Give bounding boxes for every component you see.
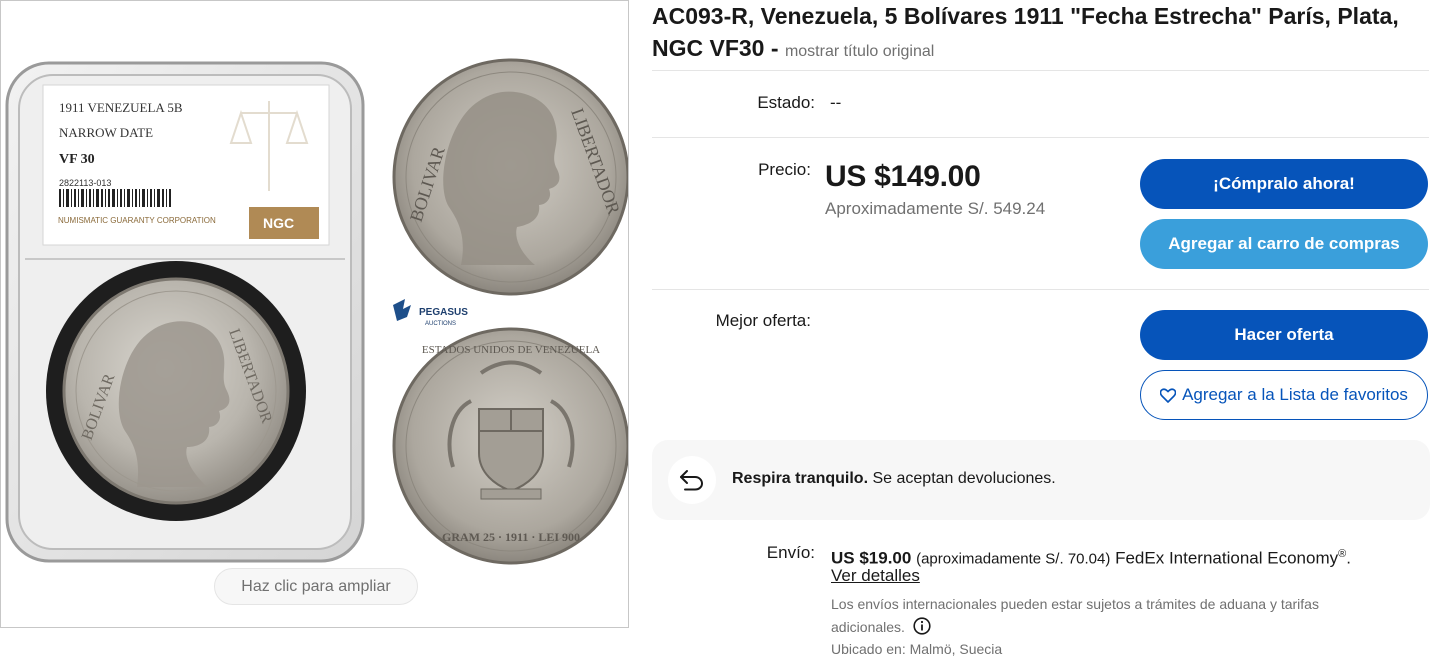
heart-icon	[1160, 387, 1177, 403]
add-to-cart-button[interactable]: Agregar al carro de compras	[1140, 219, 1428, 269]
shipping-approx: (aproximadamente S/. 70.04)	[916, 550, 1111, 568]
slab-grade: VF 30	[59, 152, 95, 167]
divider	[652, 70, 1429, 71]
shipping-label: Envío:	[766, 543, 815, 562]
svg-text:NGC: NGC	[263, 215, 294, 231]
returns-banner: Respira tranquilo. Se aceptan devolucion…	[652, 440, 1430, 520]
shipping-details-link[interactable]: Ver detalles	[831, 566, 920, 586]
make-offer-button[interactable]: Hacer oferta	[1140, 310, 1428, 360]
slab-line2: NARROW DATE	[59, 125, 153, 140]
svg-text:ESTADOS UNIDOS DE VENEZUELA: ESTADOS UNIDOS DE VENEZUELA	[422, 344, 600, 356]
svg-text:PEGASUS: PEGASUS	[419, 307, 468, 318]
svg-text:GRAM 25 · 1911 · LEI 900: GRAM 25 · 1911 · LEI 900	[442, 530, 580, 544]
buy-it-now-button[interactable]: ¡Cómpralo ahora!	[1140, 159, 1428, 209]
condition-label: Estado:	[757, 93, 815, 112]
pegasus-logo: PEGASUS AUCTIONS	[393, 299, 468, 327]
divider	[652, 137, 1429, 138]
slab-line1: 1911 VENEZUELA 5B	[59, 100, 183, 115]
best-offer-label: Mejor oferta:	[715, 311, 811, 330]
return-arrow-icon	[680, 470, 704, 491]
return-icon-circle	[668, 456, 716, 504]
image-gallery[interactable]: 1911 VENEZUELA 5B NARROW DATE VF 30 2822…	[0, 0, 629, 628]
show-original-title-link[interactable]: mostrar título original	[785, 43, 934, 60]
listing-title: AC093-R, Venezuela, 5 Bolívares 1911 "Fe…	[652, 3, 1399, 61]
shipping-service: FedEx International Economy	[1115, 548, 1339, 568]
price-value: US $149.00	[825, 160, 981, 193]
price-approx: Aproximadamente S/. 549.24	[825, 199, 1046, 218]
returns-text: Respira tranquilo. Se aceptan devolucion…	[732, 470, 1056, 487]
info-icon[interactable]	[913, 617, 931, 635]
shipping-cost: US $19.00	[831, 548, 912, 568]
barcode	[59, 189, 171, 207]
zoom-hint-button[interactable]: Haz clic para ampliar	[214, 568, 418, 605]
slab-company: NUMISMATIC GUARANTY CORPORATION	[58, 216, 216, 225]
item-location: Ubicado en: Malmö, Suecia	[831, 641, 1003, 657]
svg-text:AUCTIONS: AUCTIONS	[425, 321, 456, 327]
condition-value: --	[830, 93, 842, 112]
divider	[652, 289, 1429, 290]
slab-cert: 2822113-013	[59, 178, 111, 188]
shipping-customs-note: Los envíos internacionales pueden estar …	[831, 596, 1319, 635]
coin-photo[interactable]: 1911 VENEZUELA 5B NARROW DATE VF 30 2822…	[1, 1, 629, 628]
add-to-watchlist-button[interactable]: Agregar a la Lista de favoritos	[1140, 370, 1428, 420]
price-label: Precio:	[758, 160, 811, 179]
watchlist-label: Agregar a la Lista de favoritos	[1182, 385, 1408, 404]
